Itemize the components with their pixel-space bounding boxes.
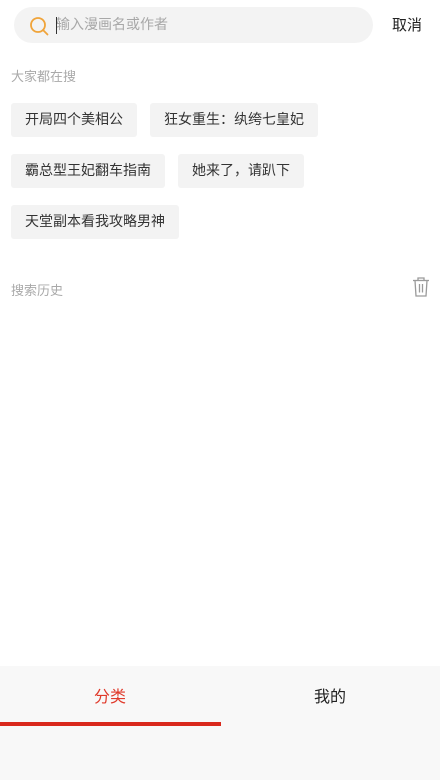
search-icon xyxy=(30,17,49,36)
search-bar[interactable] xyxy=(14,7,373,43)
hot-search-title: 大家都在搜 xyxy=(11,70,77,85)
hot-search-tag[interactable]: 开局四个美相公 xyxy=(11,103,137,137)
text-cursor xyxy=(56,17,57,34)
hot-search-tag[interactable]: 她来了，请趴下 xyxy=(178,154,304,188)
hot-search-tag[interactable]: 霸总型王妃翻车指南 xyxy=(11,154,165,188)
search-history-title: 搜索历史 xyxy=(11,284,64,299)
hot-search-tag[interactable]: 狂女重生：纨绔七皇妃 xyxy=(150,103,318,137)
hot-search-tags: 开局四个美相公 狂女重生：纨绔七皇妃 霸总型王妃翻车指南 她来了，请趴下 天堂副本看… xyxy=(11,103,431,256)
tab-category[interactable]: 分类 xyxy=(0,666,220,728)
active-tab-indicator xyxy=(0,722,221,726)
search-input[interactable] xyxy=(56,11,356,39)
trash-icon[interactable] xyxy=(411,276,431,298)
cancel-button[interactable]: 取消 xyxy=(392,14,422,35)
tab-mine[interactable]: 我的 xyxy=(220,666,440,728)
hot-search-tag[interactable]: 天堂副本看我攻略男神 xyxy=(11,205,179,239)
